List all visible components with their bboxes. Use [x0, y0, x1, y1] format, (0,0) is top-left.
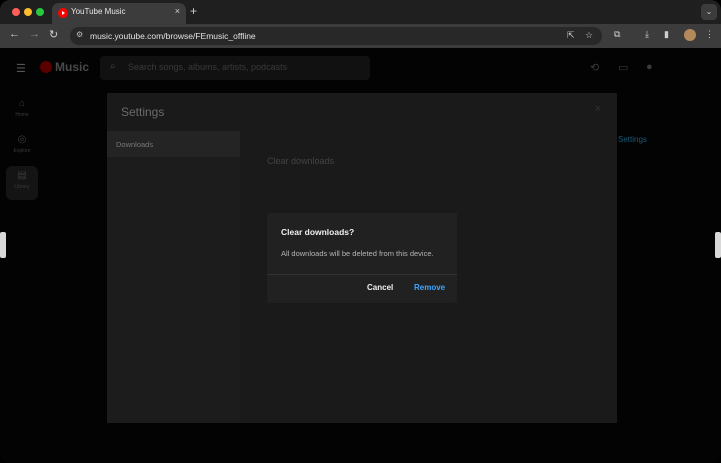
side-panel-icon[interactable]: ▮	[664, 29, 669, 40]
app-header: ☰ Music ⌕ Search songs, albums, artists,…	[0, 48, 721, 88]
tab-search-button[interactable]: ⌄	[701, 4, 717, 20]
back-button[interactable]: ←	[9, 28, 20, 40]
extensions-icon[interactable]: ⧉	[614, 29, 620, 40]
cast-icon[interactable]: ▭	[618, 61, 628, 74]
left-resize-handle[interactable]	[0, 232, 6, 258]
history-icon[interactable]: ⟲	[590, 61, 599, 74]
account-avatar[interactable]: ●	[646, 61, 653, 73]
close-window-button[interactable]	[12, 8, 20, 16]
remove-button[interactable]: Remove	[414, 283, 445, 292]
nav-label: Library	[14, 184, 30, 190]
profile-avatar[interactable]	[684, 29, 696, 41]
nav-label: Explore	[13, 148, 31, 154]
settings-item-downloads[interactable]: Downloads	[107, 131, 240, 157]
tab-bar: YouTube Music × + ⌄	[0, 0, 721, 24]
download-icon[interactable]: ⤓	[645, 29, 649, 40]
minimize-window-button[interactable]	[24, 8, 32, 16]
address-bar[interactable]: ⚙ music.youtube.com/browse/FEmusic_offli…	[70, 27, 602, 45]
nav-label: Home	[15, 112, 29, 118]
right-resize-handle[interactable]	[715, 232, 721, 258]
logo-text[interactable]: Music	[55, 60, 89, 74]
search-placeholder: Search songs, albums, artists, podcasts	[128, 62, 288, 72]
clear-downloads-dialog: Clear downloads? All downloads will be d…	[267, 213, 457, 303]
url-text[interactable]: music.youtube.com/browse/FEmusic_offline	[90, 31, 256, 41]
background-settings-link[interactable]: Settings	[618, 135, 647, 144]
search-icon: ⌕	[110, 61, 116, 72]
browser-toolbar: ← → ↻ ⚙ music.youtube.com/browse/FEmusic…	[0, 24, 721, 48]
dialog-title: Clear downloads?	[281, 227, 355, 237]
browser-window: YouTube Music × + ⌄ ← → ↻ ⚙ music.youtub…	[0, 0, 721, 463]
nav-item-explore[interactable]: ◎ Explore	[6, 130, 38, 164]
cancel-button[interactable]: Cancel	[367, 283, 393, 292]
library-icon: ▤	[17, 170, 27, 181]
browser-tab[interactable]: YouTube Music ×	[52, 3, 186, 24]
settings-title: Settings	[121, 105, 165, 119]
tab-close-icon[interactable]: ×	[175, 6, 180, 16]
reload-button[interactable]: ↻	[49, 28, 58, 41]
search-box[interactable]: ⌕ Search songs, albums, artists, podcast…	[100, 56, 370, 80]
new-tab-button[interactable]: +	[190, 4, 197, 18]
site-info-icon[interactable]: ⚙	[76, 30, 83, 39]
menu-icon[interactable]: ☰	[16, 62, 26, 75]
open-in-app-icon[interactable]: ⇱	[567, 30, 575, 41]
compass-icon: ◎	[17, 134, 27, 145]
clear-downloads-option[interactable]: Clear downloads	[267, 156, 334, 166]
bookmark-star-icon[interactable]: ☆	[585, 30, 593, 41]
close-icon[interactable]: ×	[595, 103, 601, 115]
browser-menu-icon[interactable]: ⋮	[705, 29, 714, 40]
maximize-window-button[interactable]	[36, 8, 44, 16]
youtube-music-favicon-icon	[58, 8, 68, 18]
dialog-divider	[267, 274, 457, 275]
settings-item-label: Downloads	[116, 140, 154, 149]
nav-item-home[interactable]: ⌂ Home	[6, 94, 38, 128]
home-icon: ⌂	[18, 98, 26, 109]
youtube-music-logo-icon[interactable]	[40, 61, 52, 73]
settings-sidebar: Downloads	[107, 131, 240, 423]
forward-button[interactable]: →	[29, 28, 40, 40]
tab-title: YouTube Music	[71, 7, 126, 16]
dialog-message: All downloads will be deleted from this …	[281, 249, 434, 258]
nav-item-library[interactable]: ▤ Library	[6, 166, 38, 200]
